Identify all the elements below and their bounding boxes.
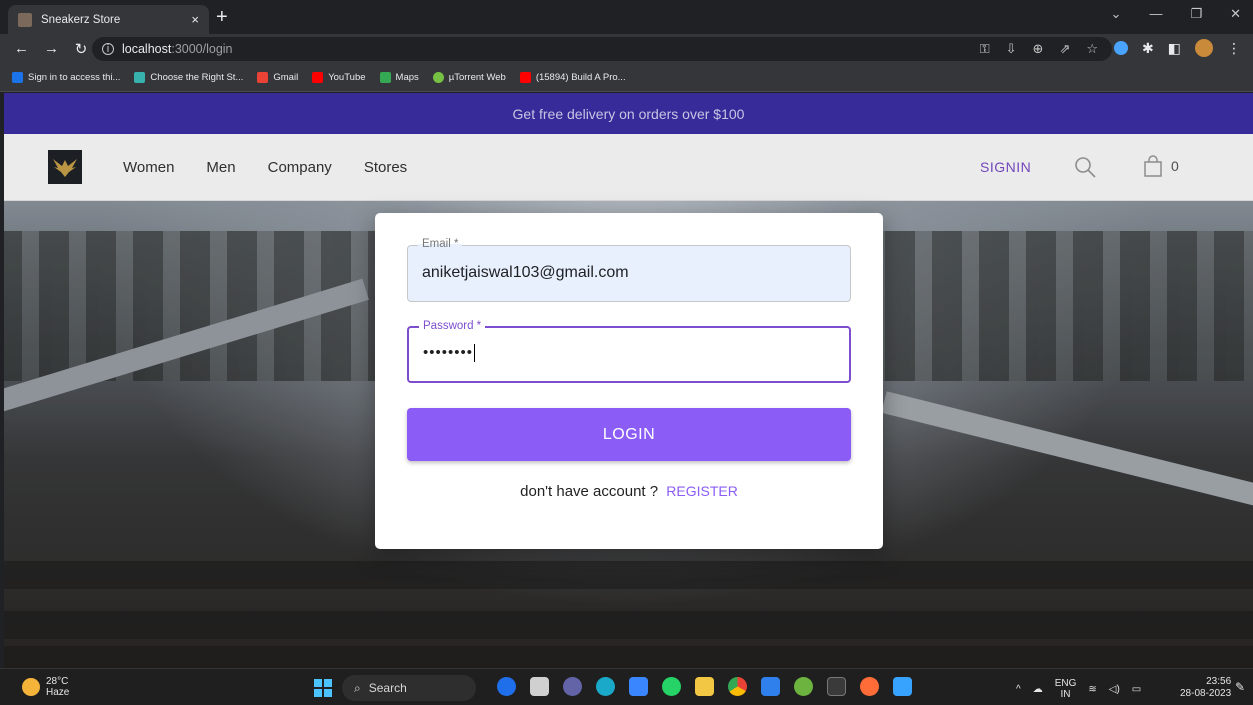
extensions-area: ✱ ◧ ⋮ (1114, 39, 1241, 57)
web-page: Get free delivery on orders over $100 Wo… (4, 93, 1253, 668)
weather-widget[interactable]: 28°C Haze (22, 676, 69, 698)
start-windows-icon[interactable] (314, 679, 332, 697)
bookmark-item[interactable]: (15894) Build A Pro... (519, 72, 626, 83)
store-icon[interactable] (629, 677, 648, 696)
battery-icon[interactable]: ▭ (1132, 684, 1141, 695)
clock[interactable]: 23:56 28-08-2023 (1180, 676, 1231, 700)
gmail-icon (257, 72, 269, 83)
install-icon[interactable]: ⇩ (1006, 41, 1017, 57)
extension-icon[interactable] (1114, 41, 1129, 55)
youtube-icon (519, 72, 531, 83)
email-field[interactable]: Email * aniketjaiswal103@gmail.com (407, 238, 851, 302)
profile-avatar[interactable] (1195, 39, 1213, 57)
browser-tab-bar: Sneakerz Store × + ⌄ — ❐ ✕ (0, 0, 1253, 34)
close-window-icon[interactable]: ✕ (1230, 6, 1241, 22)
register-prompt: don't have account ? REGISTER (375, 483, 883, 500)
bookmark-favicon-icon (134, 72, 146, 83)
window-controls: ⌄ — ❐ ✕ (1111, 6, 1241, 22)
weather-temp: 28°C (46, 676, 69, 687)
volume-icon[interactable]: ◁) (1109, 684, 1120, 695)
email-value: aniketjaiswal103@gmail.com (422, 264, 629, 281)
bookmark-item[interactable]: Sign in to access thi... (12, 72, 120, 83)
bing-icon[interactable] (497, 677, 516, 696)
language-indicator[interactable]: ENG IN (1055, 678, 1077, 700)
no-account-text: don't have account ? (520, 483, 659, 500)
minimize-icon[interactable]: — (1149, 6, 1162, 22)
taskbar-search[interactable]: ⌕ Search (342, 675, 476, 701)
bookmark-item[interactable]: Gmail (257, 72, 298, 83)
chevron-up-icon[interactable]: ^ (1016, 684, 1021, 695)
bookmarks-bar: Sign in to access thi... Choose the Righ… (0, 64, 1253, 92)
task-view-icon[interactable] (530, 677, 549, 696)
utorrent-icon (432, 72, 444, 83)
close-tab-icon[interactable]: × (191, 12, 199, 27)
site-favicon-icon (18, 12, 32, 27)
tab-search-icon[interactable]: ⌄ (1111, 6, 1122, 22)
password-value: •••••••• (423, 344, 474, 361)
vscode-icon[interactable] (761, 677, 780, 696)
menu-kebab-icon[interactable]: ⋮ (1227, 40, 1241, 57)
bookmark-star-icon[interactable]: ☆ (1086, 41, 1098, 57)
edge-icon[interactable] (596, 677, 615, 696)
weather-condition: Haze (46, 687, 70, 698)
onedrive-icon[interactable]: ☁ (1033, 684, 1043, 695)
password-label: Password * (419, 320, 486, 332)
address-toolbar: ← → ↻ i localhost:3000/login ⚿ ⇩ ⊕ ⇗ ☆ ✱… (0, 34, 1253, 64)
taskbar: 28°C Haze ⌕ Search ^ ☁ ENG IN ≋ ◁) ▭ 23:… (0, 668, 1253, 705)
bookmark-item[interactable]: Choose the Right St... (134, 72, 243, 83)
share-icon[interactable]: ⇗ (1059, 41, 1070, 57)
whatsapp-icon[interactable] (662, 677, 681, 696)
notification-icon[interactable]: ✎ (1235, 680, 1245, 694)
back-icon[interactable]: ← (14, 40, 29, 58)
bookmark-item[interactable]: YouTube (312, 72, 366, 83)
search-icon: ⌕ (354, 680, 361, 695)
youtube-icon (312, 72, 324, 83)
teams-chat-icon[interactable] (563, 677, 582, 696)
browser-tab[interactable]: Sneakerz Store × (8, 5, 209, 34)
clock-date: 28-08-2023 (1180, 688, 1232, 699)
puzzle-icon[interactable]: ✱ (1142, 40, 1154, 57)
zoom-icon[interactable]: ⊕ (1033, 41, 1044, 57)
tab-title: Sneakerz Store (41, 13, 121, 26)
site-info-icon[interactable]: i (102, 43, 114, 55)
pinned-apps (497, 677, 912, 696)
notepad-icon[interactable] (893, 677, 912, 696)
terminal-icon[interactable] (827, 677, 846, 696)
wifi-icon[interactable]: ≋ (1088, 684, 1096, 695)
bookmark-item[interactable]: Maps (379, 72, 419, 83)
reload-icon[interactable]: ↻ (74, 40, 88, 58)
email-label: Email * (418, 238, 463, 250)
new-tab-button[interactable]: + (216, 6, 228, 28)
text-cursor (474, 344, 476, 363)
taskbar-search-label: Search (368, 681, 407, 695)
login-button[interactable]: LOGIN (407, 408, 851, 461)
clock-time: 23:56 (1206, 676, 1232, 687)
system-tray: ^ ☁ ENG IN ≋ ◁) ▭ (1016, 678, 1141, 700)
file-explorer-icon[interactable] (695, 677, 714, 696)
register-link[interactable]: REGISTER (666, 483, 738, 499)
postman-icon[interactable] (860, 677, 879, 696)
forward-icon[interactable]: → (44, 40, 59, 58)
bookmark-item[interactable]: µTorrent Web (432, 72, 506, 83)
weather-haze-icon (22, 678, 40, 696)
spring-icon[interactable] (794, 677, 813, 696)
key-icon[interactable]: ⚿ (980, 41, 990, 57)
restore-icon[interactable]: ❐ (1190, 6, 1202, 22)
bookmark-favicon-icon (12, 72, 23, 83)
sidepanel-icon[interactable]: ◧ (1168, 40, 1181, 57)
chrome-icon[interactable] (728, 677, 747, 696)
login-dialog: Email * aniketjaiswal103@gmail.com Passw… (375, 213, 883, 549)
url-host: localhost (122, 42, 172, 56)
password-field[interactable]: Password * •••••••• (407, 320, 851, 383)
maps-icon (379, 72, 391, 83)
url-bar[interactable]: i localhost:3000/login ⚿ ⇩ ⊕ ⇗ ☆ (92, 37, 1112, 61)
url-path: :3000/login (171, 42, 233, 56)
